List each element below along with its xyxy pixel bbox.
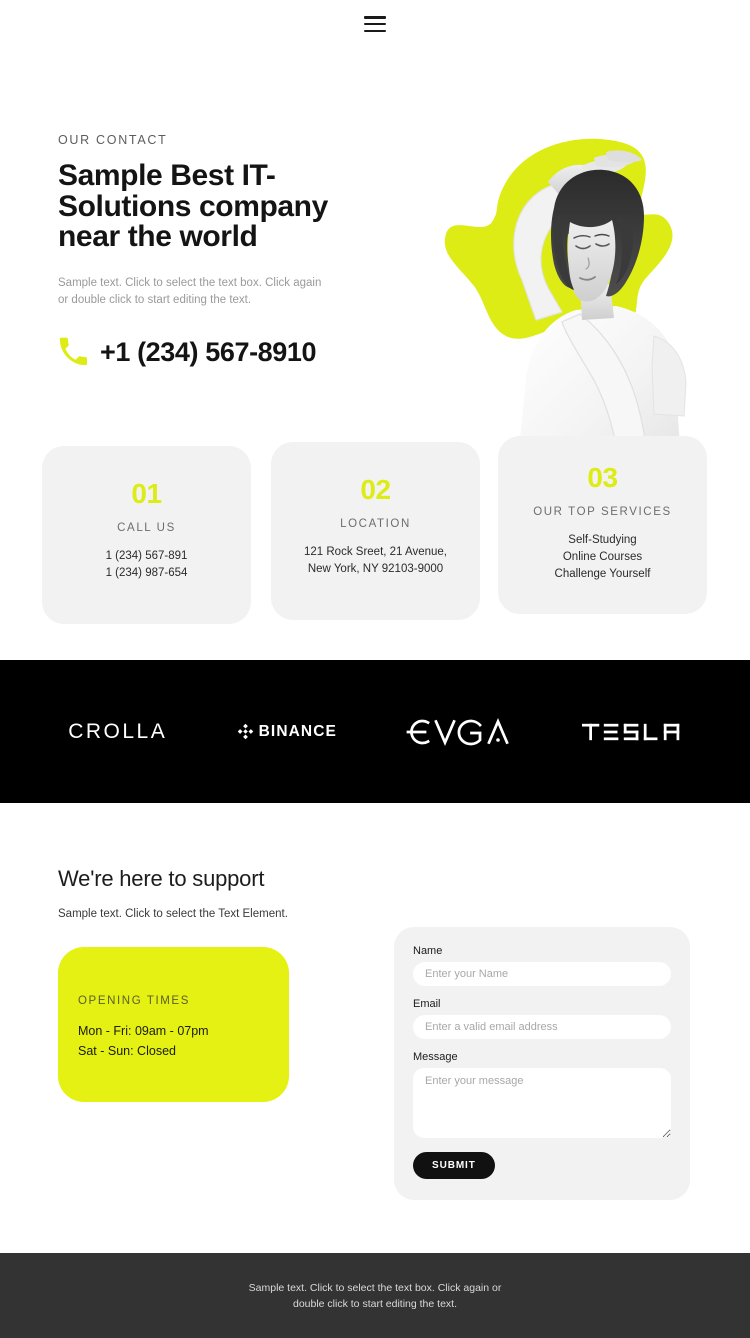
hero-phone-row[interactable]: +1 (234) 567-8910 [58, 337, 388, 368]
hero-eyebrow: OUR CONTACT [58, 133, 168, 147]
tesla-logo-mark [581, 723, 680, 740]
submit-button[interactable]: SUBMIT [413, 1152, 495, 1179]
card-line: 1 (234) 567-891 [105, 550, 188, 562]
hamburger-bar [364, 22, 386, 26]
email-field-label: Email [413, 998, 441, 1010]
hamburger-bar [364, 29, 386, 32]
card-line: 121 Rock Sreet, 21 Avenue, [304, 546, 447, 558]
hamburger-bar [364, 16, 386, 19]
logo-row: CROLLA BINANCE [0, 715, 750, 749]
name-field-label: Name [413, 945, 443, 957]
hero-section: OUR CONTACT Sample Best IT-Solutions com… [0, 48, 750, 478]
opening-times-label: OPENING TIMES [78, 995, 190, 1007]
evga-logo-mark [407, 717, 510, 746]
card-line: Self-Studying [568, 534, 637, 546]
message-field-label: Message [413, 1051, 458, 1063]
info-card-location[interactable]: 02 LOCATION 121 Rock Sreet, 21 Avenue, N… [271, 442, 480, 620]
support-text-block: We're here to support Sample text. Click… [58, 866, 358, 1102]
footer-text: Sample text. Click to select the text bo… [248, 1281, 502, 1310]
info-card-call-us[interactable]: 01 CALL US 1 (234) 567-891 1 (234) 987-6… [42, 446, 251, 624]
binance-diamond-icon [237, 723, 253, 740]
name-input[interactable] [413, 962, 671, 986]
info-cards-section: 01 CALL US 1 (234) 567-891 1 (234) 987-6… [0, 436, 750, 660]
support-title: We're here to support [58, 866, 265, 891]
hero-subtitle: Sample text. Click to select the text bo… [58, 276, 322, 306]
opening-times-line: Mon - Fri: 09am - 07pm [78, 1024, 209, 1038]
card-line: Challenge Yourself [554, 568, 651, 580]
opening-times-lines: Mon - Fri: 09am - 07pm Sat - Sun: Closed [78, 1021, 289, 1061]
page-title: Sample Best IT-Solutions company near th… [58, 159, 328, 253]
support-subtitle: Sample text. Click to select the Text El… [58, 908, 288, 920]
binance-logo[interactable]: BINANCE [236, 722, 337, 741]
contact-form: Name Email Message SUBMIT [394, 927, 690, 1200]
info-card-top-services[interactable]: 03 OUR TOP SERVICES Self-Studying Online… [498, 436, 707, 614]
card-label: LOCATION [340, 518, 411, 530]
site-footer: Sample text. Click to select the text bo… [0, 1253, 750, 1338]
crolla-logo[interactable]: CROLLA [68, 720, 167, 744]
card-number: 03 [587, 462, 618, 493]
card-label: OUR TOP SERVICES [533, 506, 672, 518]
card-lines: 121 Rock Sreet, 21 Avenue, New York, NY … [271, 544, 480, 578]
partner-logos-band: CROLLA BINANCE [0, 660, 750, 803]
card-line: Online Courses [562, 551, 643, 563]
hamburger-menu-icon[interactable] [364, 16, 386, 32]
message-input[interactable] [413, 1068, 671, 1138]
hero-image [430, 130, 750, 478]
binance-logo-text: BINANCE [258, 722, 337, 740]
card-number: 02 [360, 474, 391, 505]
email-input[interactable] [413, 1015, 671, 1039]
card-lines: 1 (234) 567-891 1 (234) 987-654 [42, 548, 251, 582]
evga-logo[interactable] [405, 715, 513, 749]
card-line: New York, NY 92103-9000 [307, 563, 444, 575]
card-number: 01 [131, 478, 162, 509]
phone-icon [59, 337, 87, 366]
phone-number: +1 (234) 567-8910 [100, 336, 317, 367]
card-line: 1 (234) 987-654 [105, 567, 188, 579]
card-lines: Self-Studying Online Courses Challenge Y… [498, 532, 707, 583]
tesla-logo[interactable] [581, 721, 682, 743]
opening-times-card: OPENING TIMES Mon - Fri: 09am - 07pm Sat… [58, 947, 289, 1102]
hero-text-block: OUR CONTACT Sample Best IT-Solutions com… [58, 133, 388, 368]
opening-times-line: Sat - Sun: Closed [78, 1044, 176, 1058]
site-header [0, 0, 750, 48]
card-label: CALL US [117, 522, 176, 534]
crolla-logo-text: CROLLA [68, 719, 168, 743]
